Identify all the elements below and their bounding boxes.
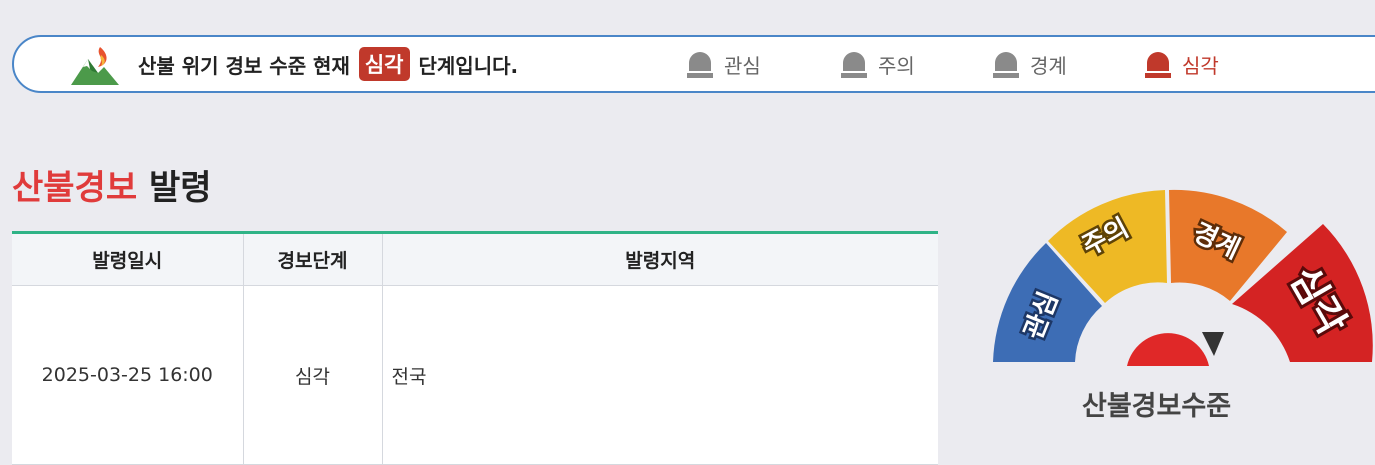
siren-icon bbox=[993, 52, 1019, 78]
siren-icon bbox=[841, 52, 867, 78]
gauge-center-hub bbox=[1127, 333, 1209, 366]
level-indicator-alert: 경계 bbox=[992, 37, 1067, 91]
level-indicator-serious: 심각 bbox=[1144, 37, 1219, 91]
alert-table: 발령일시 경보단계 발령지역 2025-03-25 16:00 심각 전국 bbox=[12, 231, 938, 465]
table-row: 2025-03-25 16:00 심각 전국 bbox=[12, 285, 938, 465]
cell-level: 심각 bbox=[243, 285, 383, 465]
table-header-row: 발령일시 경보단계 발령지역 bbox=[12, 232, 938, 286]
siren-icon bbox=[1145, 52, 1171, 78]
page-title-rest: 발령 bbox=[148, 168, 212, 208]
column-header-region: 발령지역 bbox=[382, 232, 938, 286]
current-level-badge: 심각 bbox=[358, 47, 410, 81]
level-label: 심각 bbox=[1182, 53, 1219, 78]
cell-date: 2025-03-25 16:00 bbox=[12, 285, 244, 465]
alert-message-suffix: 단계입니다. bbox=[418, 53, 519, 78]
page-title-highlight: 산불경보 bbox=[12, 168, 138, 208]
alert-level-gauge: 관심 주의 경계 심각 bbox=[993, 189, 1373, 366]
siren-icon bbox=[687, 52, 713, 78]
gauge-caption: 산불경보수준 bbox=[1082, 391, 1232, 422]
level-indicator-caution: 주의 bbox=[840, 37, 915, 91]
gauge-pointer bbox=[1202, 332, 1224, 356]
alert-message: 산불 위기 경보 수준 현재 심각 단계입니다. bbox=[138, 37, 518, 91]
alert-level-banner: 산불 위기 경보 수준 현재 심각 단계입니다. 관심 주의 경계 심각 bbox=[12, 35, 1375, 93]
alert-message-prefix: 산불 위기 경보 수준 현재 bbox=[138, 53, 350, 78]
mountain-fire-icon bbox=[71, 47, 119, 85]
page-title: 산불경보 발령 bbox=[12, 160, 212, 209]
level-label: 관심 bbox=[724, 53, 761, 78]
column-header-level: 경보단계 bbox=[243, 232, 383, 286]
level-label: 주의 bbox=[878, 53, 915, 78]
level-indicator-interest: 관심 bbox=[686, 37, 761, 91]
level-label: 경계 bbox=[1030, 53, 1067, 78]
column-header-date: 발령일시 bbox=[12, 232, 244, 286]
cell-region: 전국 bbox=[382, 285, 938, 465]
